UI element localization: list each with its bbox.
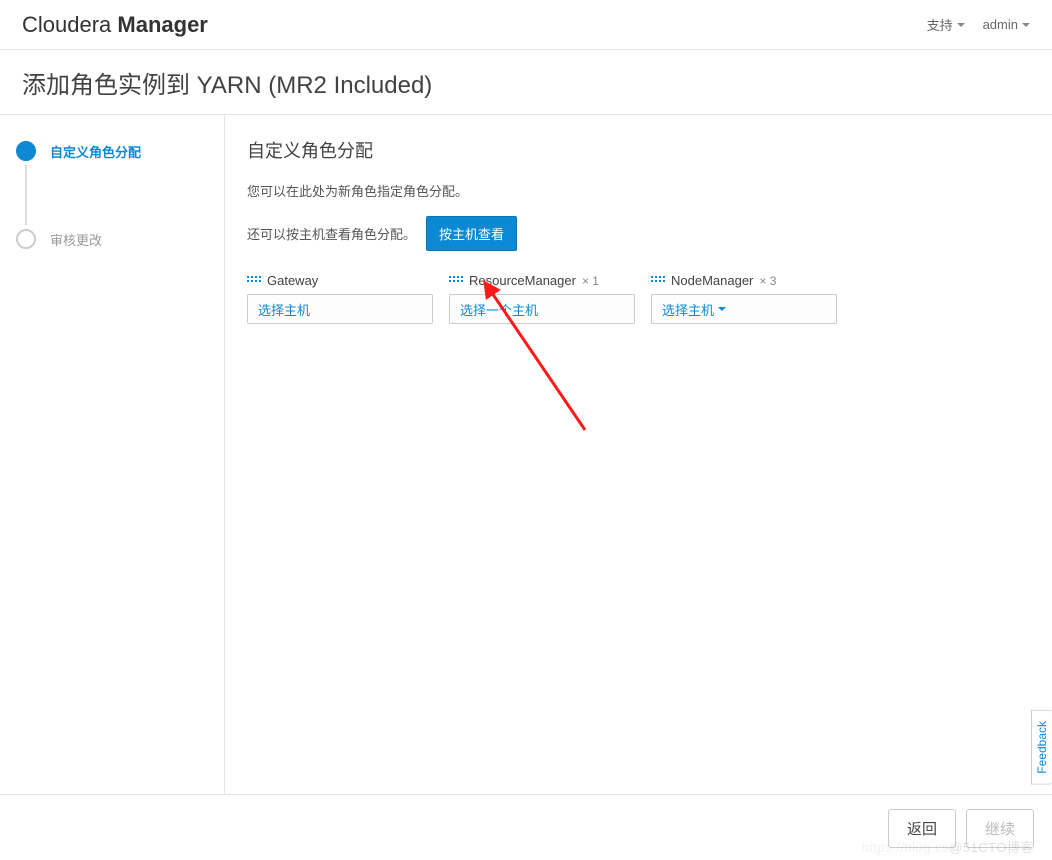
role-card-resourcemanager: ResourceManager × 1 选择一个主机 [449,273,635,324]
back-button[interactable]: 返回 [888,809,956,848]
main-area: 自定义角色分配 审核更改 自定义角色分配 您可以在此处为新角色指定角色分配。 还… [0,115,1052,795]
wizard-sidebar: 自定义角色分配 审核更改 [0,115,225,794]
host-select-resourcemanager[interactable]: 选择一个主机 [449,294,635,324]
role-header: Gateway [247,273,433,288]
role-name: Gateway [267,273,318,288]
step-label: 审核更改 [50,230,102,249]
view-by-host-row: 还可以按主机查看角色分配。 按主机查看 [247,216,1030,251]
header-right: 支持 admin [927,15,1030,34]
page-title: 添加角色实例到 YARN (MR2 Included) [0,50,1052,115]
user-menu[interactable]: admin [983,15,1030,34]
continue-button[interactable]: 继续 [966,809,1034,848]
role-cards-row: Gateway 选择主机 ResourceManager × 1 选择一个主机 [247,273,1030,324]
description-1: 您可以在此处为新角色指定角色分配。 [247,181,1030,200]
step-circle-icon [16,229,36,249]
role-card-nodemanager: NodeManager × 3 选择主机 [651,273,837,324]
grid-icon [651,276,665,286]
feedback-tab[interactable]: Feedback [1031,710,1052,785]
role-name: ResourceManager [469,273,576,288]
host-select-label: 选择主机 [662,300,714,319]
section-title: 自定义角色分配 [247,137,1030,163]
role-count: × 3 [759,274,776,288]
top-header: Cloudera Manager 支持 admin [0,0,1052,50]
role-header: ResourceManager × 1 [449,273,635,288]
host-select-label: 选择主机 [258,300,310,319]
user-label: admin [983,17,1018,32]
role-name: NodeManager [671,273,753,288]
host-select-label: 选择一个主机 [460,300,538,319]
support-label: 支持 [927,15,953,34]
step-label: 自定义角色分配 [50,142,141,161]
description-2: 还可以按主机查看角色分配。 [247,224,416,243]
support-menu[interactable]: 支持 [927,15,965,34]
brand-light: Cloudera [22,12,117,37]
step-connector [25,165,27,225]
chevron-down-icon [718,307,726,311]
grid-icon [449,276,463,286]
step-circle-icon [16,141,36,161]
wizard-step-customize[interactable]: 自定义角色分配 [16,137,208,165]
chevron-down-icon [1022,23,1030,27]
content-area: 自定义角色分配 您可以在此处为新角色指定角色分配。 还可以按主机查看角色分配。 … [225,115,1052,794]
brand-heavy: Manager [117,12,207,37]
role-count: × 1 [582,274,599,288]
wizard-step-review[interactable]: 审核更改 [16,225,208,253]
footer-bar: 返回 继续 https://blog.cs@51CTO博客 [0,795,1052,856]
role-header: NodeManager × 3 [651,273,837,288]
view-by-host-button[interactable]: 按主机查看 [426,216,517,251]
role-card-gateway: Gateway 选择主机 [247,273,433,324]
chevron-down-icon [957,23,965,27]
host-select-gateway[interactable]: 选择主机 [247,294,433,324]
grid-icon [247,276,261,286]
brand-logo[interactable]: Cloudera Manager [22,12,208,38]
host-select-nodemanager[interactable]: 选择主机 [651,294,837,324]
